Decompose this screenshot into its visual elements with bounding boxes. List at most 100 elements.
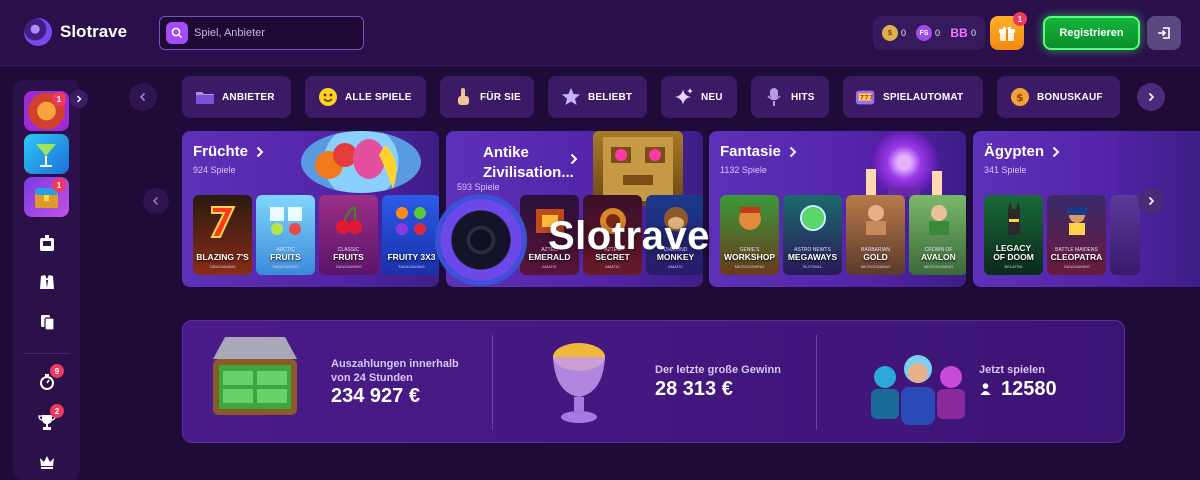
- game-tile[interactable]: FRUITY 3X3 TADAGAMING: [382, 195, 439, 275]
- astronaut-icon: [799, 205, 826, 231]
- category-anbieter[interactable]: ANBIETER: [182, 76, 291, 118]
- header: Slotrave $ 0 FS 0 BB 0: [0, 0, 1200, 66]
- watermark: Slotrave: [440, 196, 760, 282]
- search-input[interactable]: [194, 27, 354, 39]
- game-tile[interactable]: BATTLE MAIDENS CLEOPATRA TADAGAMING: [1047, 195, 1106, 275]
- collection-title: Ägypten: [984, 143, 1060, 160]
- game-name: BLAZING 7'S: [196, 252, 249, 263]
- knight-icon: [928, 205, 949, 235]
- category-label: ALLE SPIELE: [345, 91, 412, 103]
- category-label: ANBIETER: [222, 91, 275, 103]
- sidebar-cocktail-thumb[interactable]: [24, 134, 69, 174]
- collection-title-text: Früchte: [193, 143, 249, 160]
- category-bonuskauf[interactable]: $ BONUSKAUF: [997, 76, 1120, 118]
- game-provider: MICROGAMING: [860, 264, 891, 269]
- stats-divider: [492, 335, 493, 430]
- game-provider: SLOTMILL: [802, 264, 823, 269]
- collection-title-text: Ägypten: [984, 143, 1044, 160]
- game-name: GOLD: [863, 252, 888, 263]
- barbarian-icon: [865, 205, 886, 235]
- category-neu[interactable]: NEU: [661, 76, 737, 118]
- folder-icon: [194, 86, 216, 108]
- slot-machine-icon: 777: [855, 86, 877, 108]
- game-name: CLEOPATRA: [1050, 252, 1103, 263]
- game-name: FRUITS: [333, 252, 364, 263]
- brand-name: Slotrave: [60, 22, 128, 41]
- category-spielautomat[interactable]: 777 SPIELAUTOMAT: [843, 76, 983, 118]
- chevron-right-icon: [1148, 196, 1155, 206]
- logo[interactable]: Slotrave: [24, 18, 127, 46]
- game-tile[interactable]: CROWN OF AVALON MICROGAMING: [909, 195, 966, 275]
- category-fuer-sie[interactable]: FÜR SIE: [440, 76, 534, 118]
- search-box[interactable]: [159, 16, 364, 50]
- collection-aegypten[interactable]: Ägypten 341 Spiele LEGACY OF DOOM BELATR…: [973, 131, 1200, 287]
- category-beliebt[interactable]: BELIEBT: [548, 76, 647, 118]
- collection-title-text: Fantasie: [720, 143, 781, 160]
- categories-next-button[interactable]: [1137, 83, 1165, 111]
- login-button[interactable]: [1147, 16, 1181, 50]
- collections-next-button[interactable]: [1138, 188, 1164, 214]
- payout-value: 234 927 €: [331, 385, 420, 407]
- cleopatra-icon: [1066, 207, 1087, 235]
- game-name: OF DOOM: [993, 252, 1034, 263]
- collection-fruechte[interactable]: Früchte 924 Spiele BLAZING 7'S TADAGAMIN…: [182, 131, 439, 287]
- big-win-value: 28 313 €: [655, 378, 733, 400]
- free-spins-value: 0: [934, 28, 940, 38]
- svg-text:$: $: [1016, 91, 1024, 104]
- chevron-right-icon: [1052, 146, 1060, 157]
- game-tile[interactable]: ASTRO NEWTS MEGAWAYS SLOTMILL: [783, 195, 842, 275]
- sidebar-badge-chest: 1: [52, 178, 66, 192]
- fruits-icon: [395, 207, 426, 235]
- game-tile[interactable]: CLASSIC FRUITS TADAGAMING: [319, 195, 378, 275]
- cherries-icon: [335, 206, 362, 234]
- chevron-right-icon: [256, 146, 264, 157]
- slot-machine-icon[interactable]: [35, 232, 59, 256]
- chevron-left-icon: [152, 196, 159, 206]
- star-icon: [560, 86, 582, 108]
- tuxedo-icon[interactable]: [35, 270, 59, 294]
- bonus-balance-value: 0: [970, 28, 976, 38]
- payout-label: Auszahlungen innerhalb von 24 Stunden: [331, 358, 459, 385]
- category-hits[interactable]: HITS: [751, 76, 829, 118]
- anubis-icon: [1007, 201, 1020, 235]
- chevron-right-icon: [789, 146, 797, 157]
- game-tile[interactable]: BARBARIAN GOLD MICROGAMING: [846, 195, 905, 275]
- online-players-value: 12580: [1001, 378, 1057, 400]
- game-name: MEGAWAYS: [787, 252, 838, 263]
- collections-prev-button[interactable]: [143, 188, 169, 214]
- chevron-right-icon: [570, 153, 578, 165]
- trophy-coins-icon: [553, 343, 605, 423]
- game-name: FRUITY 3X3: [387, 252, 436, 263]
- game-tile[interactable]: [1110, 195, 1140, 275]
- collection-title: Früchte: [193, 143, 264, 160]
- sidebar-badge-stopwatch: 9: [50, 364, 64, 378]
- category-alle-spiele[interactable]: ALLE SPIELE: [305, 76, 426, 118]
- collection-count: 593 Spiele: [457, 182, 500, 192]
- search-icon: [166, 22, 188, 44]
- register-button[interactable]: Registrieren: [1043, 16, 1140, 50]
- sidebar-badge-top: 1: [52, 92, 66, 106]
- category-label: BONUSKAUF: [1037, 91, 1103, 103]
- page: Slotrave $ 0 FS 0 BB 0: [0, 0, 1200, 480]
- big-win-label: Der letzte große Gewinn: [655, 364, 781, 376]
- smiley-icon: [317, 86, 339, 108]
- sparkle-icon: [673, 86, 695, 108]
- fruit-plate-image: [301, 131, 421, 193]
- logo-icon: [440, 199, 522, 281]
- categories-prev-button[interactable]: [129, 83, 157, 111]
- svg-text:777: 777: [860, 94, 874, 102]
- game-name: FRUITS: [270, 252, 301, 263]
- collection-count: 1132 Spiele: [720, 165, 767, 175]
- coin-bag-icon: $: [1009, 86, 1031, 108]
- sidebar-collapse-button[interactable]: [70, 90, 88, 108]
- balances[interactable]: $ 0 FS 0 BB 0: [873, 16, 985, 50]
- user-icon: [980, 383, 991, 395]
- category-label: FÜR SIE: [480, 91, 521, 103]
- crown-icon[interactable]: [35, 450, 59, 474]
- game-tile[interactable]: BLAZING 7'S TADAGAMING: [193, 195, 252, 275]
- game-tile[interactable]: ARCTIC FRUITS TADAGAMING: [256, 195, 315, 275]
- cards-icon[interactable]: [35, 310, 59, 334]
- collection-title-text: Antike Zivilisation...: [483, 144, 574, 181]
- bonus-balance-icon: BB: [950, 26, 968, 40]
- game-tile[interactable]: LEGACY OF DOOM BELATRA: [984, 195, 1043, 275]
